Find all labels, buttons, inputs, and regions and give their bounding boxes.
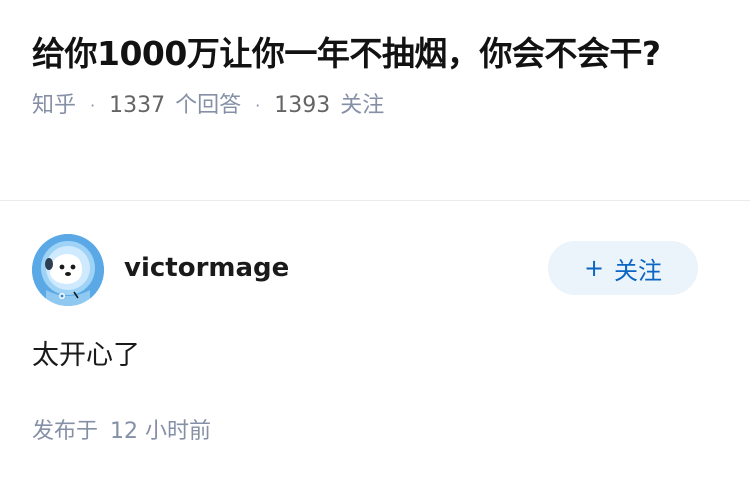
answer-content[interactable]: 太开心了 <box>32 336 718 376</box>
author-name[interactable]: victormage <box>124 250 289 286</box>
follow-count-label: 关注 <box>340 93 385 118</box>
publish-time-value: 12 小时前 <box>110 419 212 444</box>
source-label[interactable]: 知乎 <box>32 90 76 122</box>
question-title[interactable]: 给你1000万让你一年不抽烟，你会不会干? <box>32 28 692 80</box>
meta-separator: · <box>255 96 261 115</box>
section-divider <box>0 200 750 201</box>
follow-button[interactable]: + 关注 <box>548 241 698 295</box>
plus-icon: + <box>583 254 605 282</box>
astronaut-dog-avatar-icon <box>32 234 104 306</box>
question-header: 给你1000万让你一年不抽烟，你会不会干? 知乎 · 1337 个回答 · 13… <box>32 28 692 122</box>
question-meta: 知乎 · 1337 个回答 · 1393 关注 <box>32 90 692 122</box>
follow-count: 1393 <box>274 93 331 118</box>
answer-count: 1337 <box>109 93 166 118</box>
author-row: victormage + 关注 <box>32 232 718 308</box>
meta-separator: · <box>90 96 96 115</box>
answer-card: victormage + 关注 太开心了 发布于 12 小时前 <box>32 232 718 448</box>
author-avatar[interactable] <box>32 234 104 306</box>
answer-count-label: 个回答 <box>175 93 242 118</box>
publish-time: 发布于 12 小时前 <box>32 416 718 448</box>
follow-button-label: 关注 <box>614 256 663 285</box>
publish-prefix: 发布于 <box>32 419 99 444</box>
